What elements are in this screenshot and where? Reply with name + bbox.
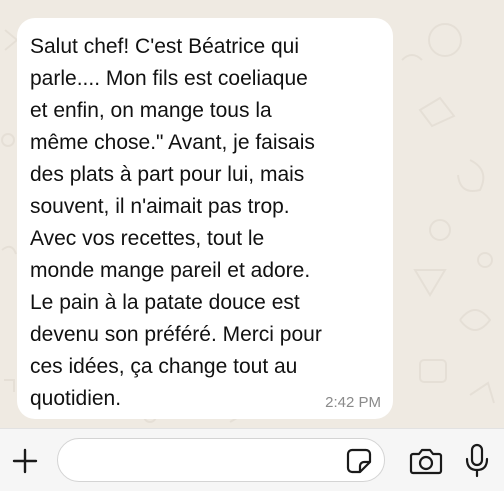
plus-icon[interactable]: [10, 446, 40, 476]
message-input[interactable]: [57, 438, 385, 482]
camera-icon[interactable]: [409, 446, 443, 476]
message-input-bar: [0, 428, 504, 491]
sticker-icon[interactable]: [346, 448, 372, 474]
microphone-icon[interactable]: [464, 443, 490, 479]
message-text: Salut chef! C'est Béatrice qui parle....…: [30, 35, 322, 410]
message-bubble: Salut chef! C'est Béatrice qui parle....…: [17, 18, 393, 419]
message-timestamp: 2:42 PM: [325, 394, 381, 411]
chat-area: Salut chef! C'est Béatrice qui parle....…: [0, 0, 504, 428]
